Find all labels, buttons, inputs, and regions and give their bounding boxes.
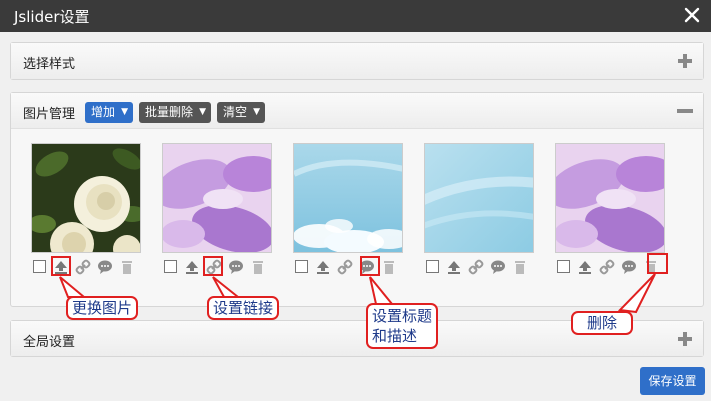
select-checkbox[interactable] [33,260,46,273]
highlight-trash-icon [647,253,668,274]
callout-delete: 删除 [571,311,634,335]
close-icon[interactable] [681,4,703,26]
trash-icon[interactable] [381,259,397,275]
trash-icon[interactable] [512,259,528,275]
upload-icon[interactable] [315,259,331,275]
callout-replace-image-text: 更换图片 [72,299,133,317]
image-thumbnail-purple-flower[interactable] [555,143,665,253]
link-icon[interactable] [599,259,615,275]
image-controls [426,259,538,275]
callout-replace-image: 更换图片 [66,296,139,320]
image-thumbnail-sky-clouds[interactable] [293,143,403,253]
select-checkbox[interactable] [426,260,439,273]
comment-icon[interactable] [97,259,113,275]
trash-icon[interactable] [119,259,135,275]
callout-set-link: 设置链接 [207,296,280,320]
image-controls [295,259,407,275]
batch-delete-button-label: 批量删除 [145,105,194,119]
trash-icon[interactable] [250,259,266,275]
link-icon[interactable] [337,259,353,275]
image-thumbnail-purple-flower[interactable] [162,143,272,253]
batch-delete-button[interactable]: 批量删除 ▼ [139,102,212,123]
images-panel-label: 图片管理 [23,107,76,122]
callout-delete-text: 删除 [587,314,618,332]
image-thumbnail-sky-blue[interactable] [424,143,534,253]
global-settings-label: 全局设置 [23,335,76,350]
comment-icon[interactable] [621,259,637,275]
clear-button-label: 清空 [223,105,248,119]
expand-plus-icon[interactable] [677,331,693,347]
dropdown-arrow-icon: ▼ [253,107,261,117]
select-checkbox[interactable] [557,260,570,273]
comment-icon[interactable] [228,259,244,275]
dropdown-arrow-icon: ▼ [199,107,207,117]
upload-icon[interactable] [577,259,593,275]
select-checkbox[interactable] [164,260,177,273]
save-settings-button-label: 保存设置 [648,374,697,388]
expand-plus-icon[interactable] [677,53,693,69]
dialog-titlebar: Jslider设置 [0,0,711,32]
link-icon[interactable] [468,259,484,275]
dropdown-arrow-icon: ▼ [121,107,129,117]
highlight-comment-icon [360,256,380,276]
image-controls [33,259,145,275]
style-panel: 选择样式 [10,42,704,80]
collapse-minus-icon[interactable] [677,103,693,119]
images-panel-header: 图片管理 增加 ▼ 批量删除 ▼ 清空 ▼ [11,93,703,129]
save-settings-button[interactable]: 保存设置 [640,367,705,395]
image-thumbnail-white-roses[interactable] [31,143,141,253]
clear-button[interactable]: 清空 ▼ [217,102,266,123]
style-panel-header[interactable]: 选择样式 [11,43,703,79]
add-image-button-label: 增加 [91,105,116,119]
style-panel-label: 选择样式 [23,57,76,72]
callout-set-title-line1: 设置标题 [372,307,433,325]
callout-set-title: 设置标题 和描述 [366,303,439,349]
link-icon[interactable] [75,259,91,275]
highlight-upload-icon [51,256,71,276]
comment-icon[interactable] [490,259,506,275]
highlight-link-icon [203,256,223,276]
upload-icon[interactable] [184,259,200,275]
callout-set-title-line2: 和描述 [372,327,418,345]
select-checkbox[interactable] [295,260,308,273]
images-panel: 图片管理 增加 ▼ 批量删除 ▼ 清空 ▼ [10,92,704,307]
dialog-title: Jslider设置 [14,8,90,26]
callout-set-link-text: 设置链接 [213,299,274,317]
upload-icon[interactable] [446,259,462,275]
add-image-button[interactable]: 增加 ▼ [85,102,134,123]
